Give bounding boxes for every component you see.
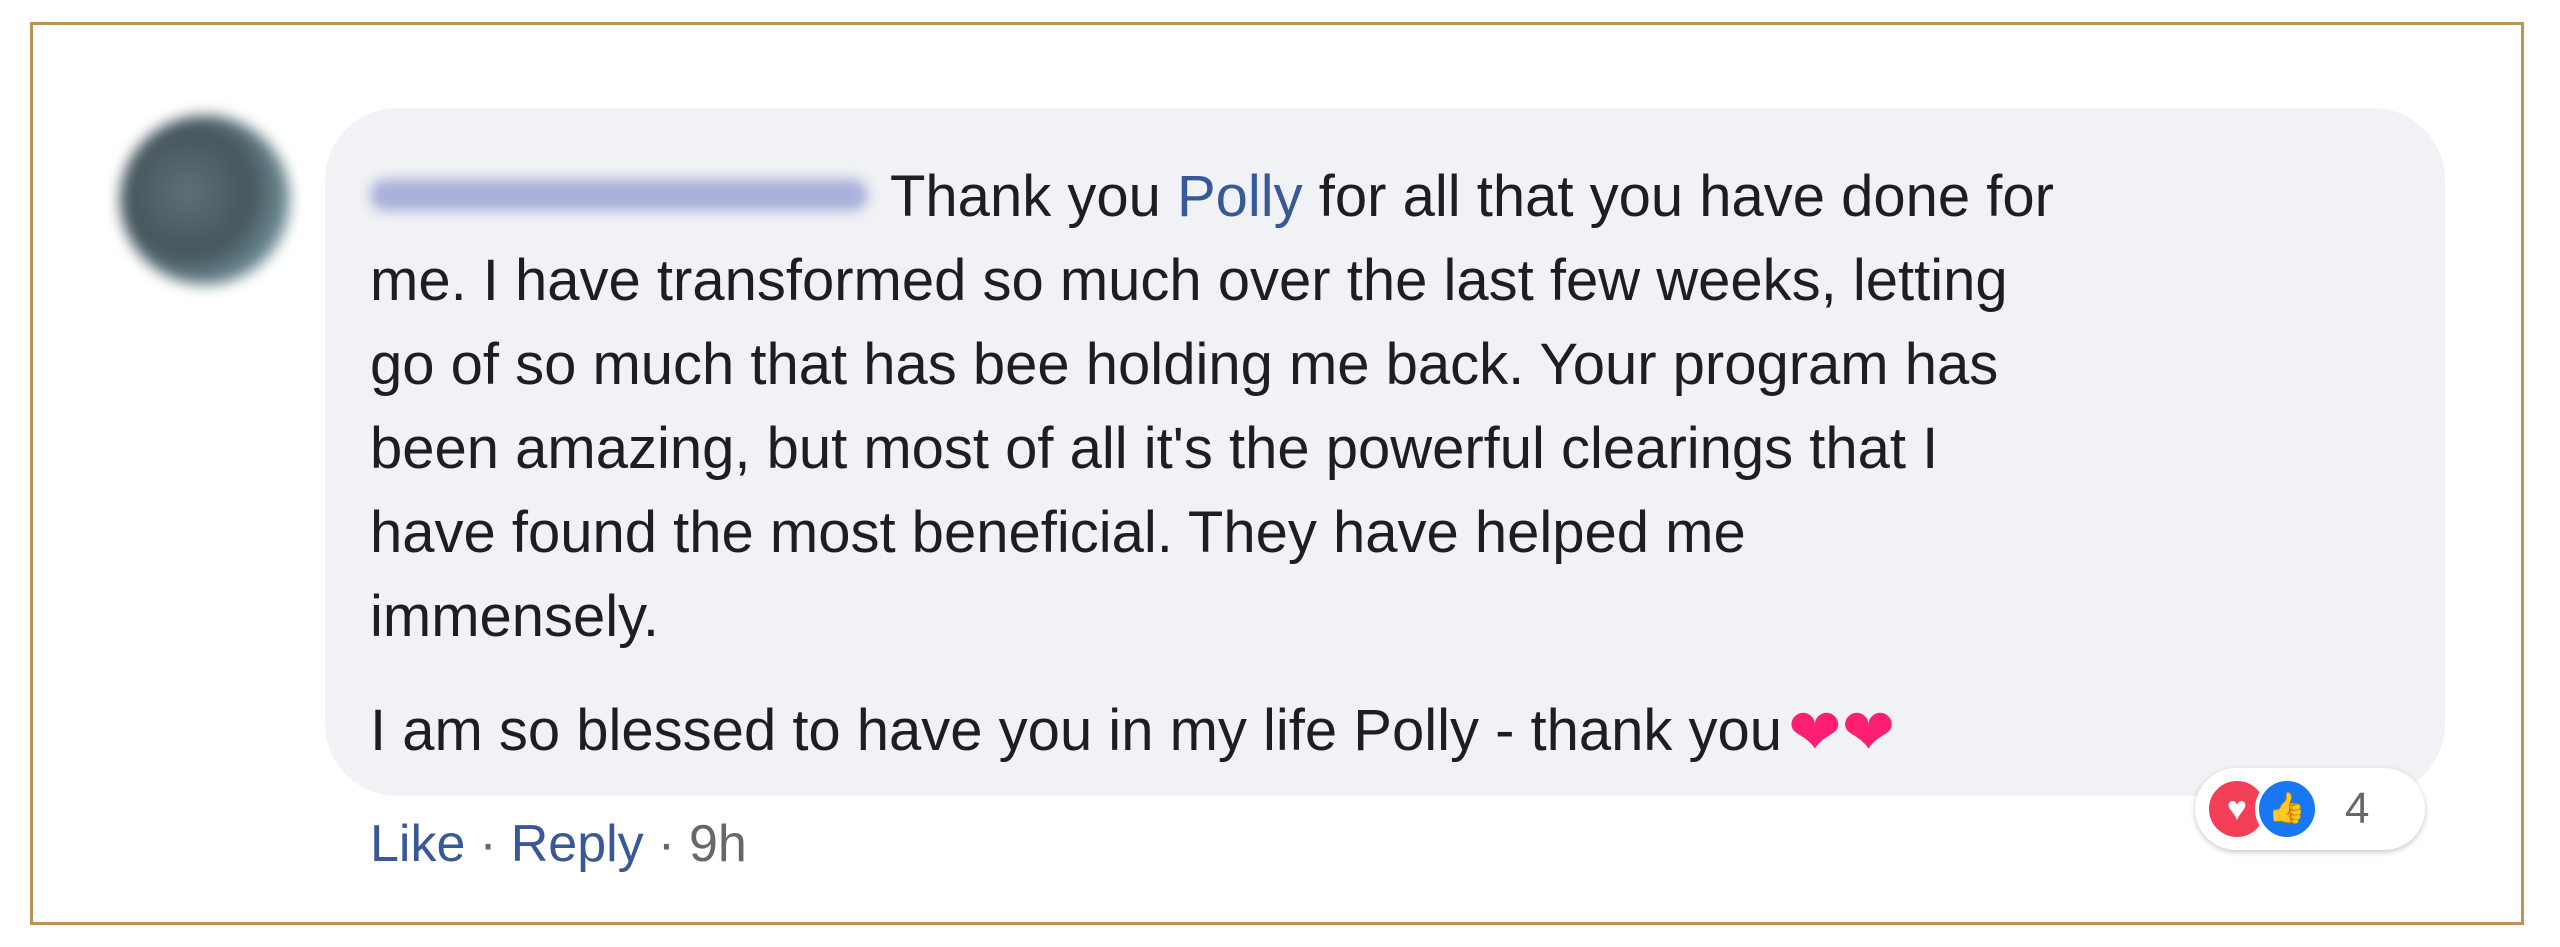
comment-paragraph-2: I am so blessed to have you in my life P…	[370, 689, 2400, 773]
commenter-name[interactable]	[370, 178, 868, 211]
reaction-count: 4	[2345, 784, 2370, 833]
like-link[interactable]: Like	[370, 815, 465, 873]
reply-link[interactable]: Reply	[511, 815, 644, 873]
comment-text-start: Thank you	[890, 164, 1177, 229]
heart-emoji: ❤❤	[1788, 696, 1896, 768]
like-reaction-icon: 👍	[2255, 777, 2319, 841]
comment-paragraph-1: Thank you Polly for all that you have do…	[370, 155, 2400, 659]
reaction-summary[interactable]: ♥ 👍 4	[2195, 768, 2425, 850]
avatar[interactable]	[120, 115, 290, 285]
separator: ·	[657, 815, 676, 873]
mention-polly[interactable]: Polly	[1177, 164, 1303, 229]
comment-text-line1-end: for all that you have done for	[1302, 164, 2054, 229]
comment-actions: Like · Reply · 9h	[370, 812, 747, 876]
timestamp[interactable]: 9h	[689, 815, 747, 873]
comment-body: Thank you Polly for all that you have do…	[370, 155, 2400, 773]
comment-text-2: I am so blessed to have you in my life P…	[370, 698, 1783, 763]
separator: ·	[479, 815, 497, 873]
comment-text-rest: me. I have transformed so much over the …	[370, 248, 2008, 649]
